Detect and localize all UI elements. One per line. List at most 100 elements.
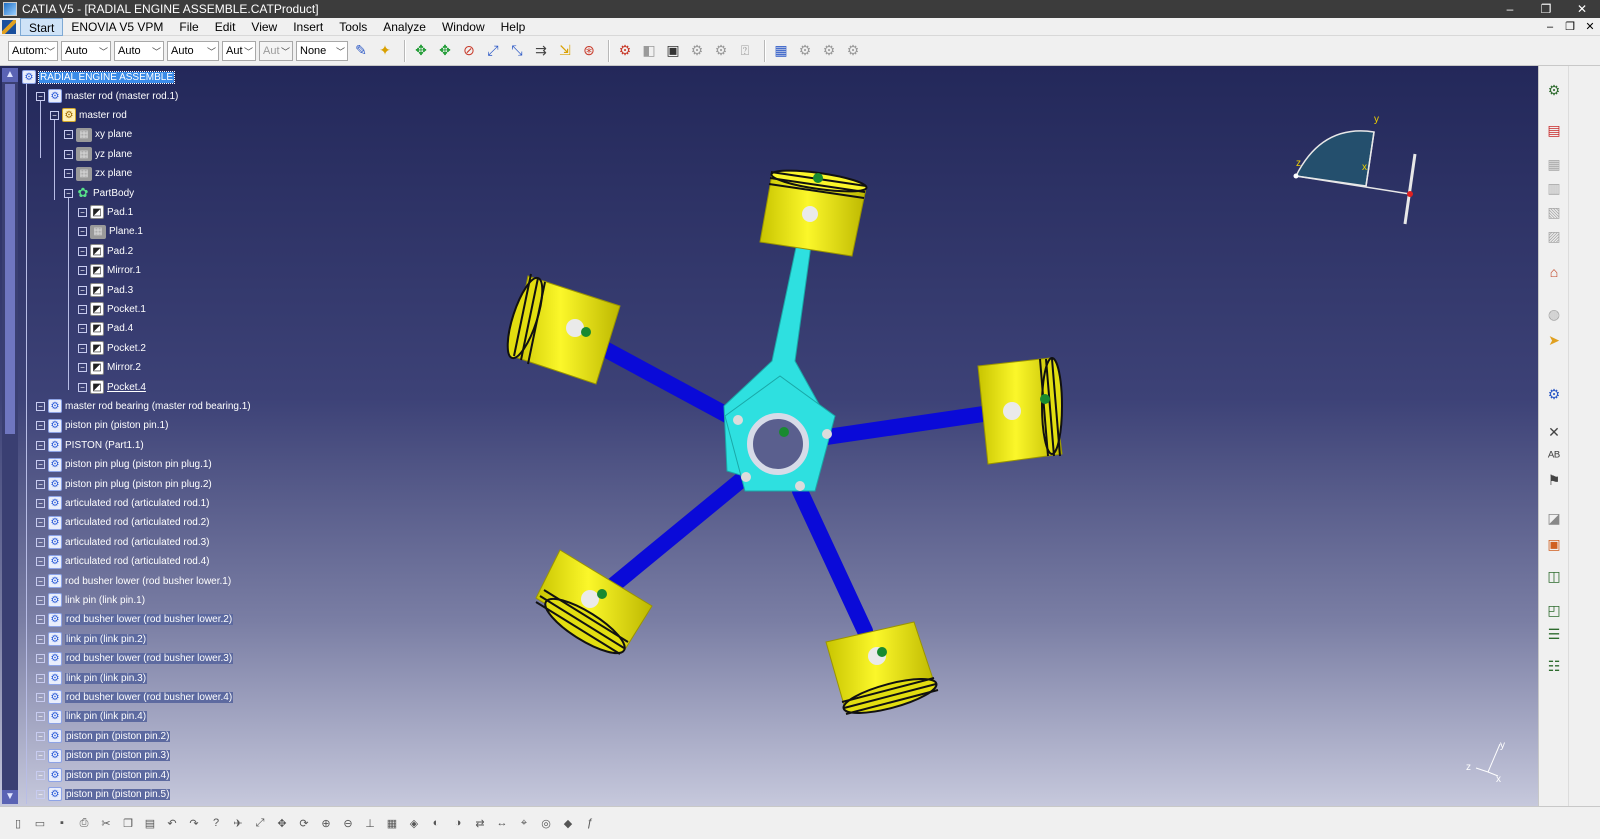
paste-icon[interactable]: ▤ [142,815,158,831]
compass[interactable]: z y x [1293,114,1417,225]
line-thickness-select[interactable]: Auto ﹀ [114,40,164,61]
gear-icon[interactable]: ⚙ [1543,384,1565,404]
angle-icon[interactable]: ⚙ [711,41,731,61]
maximize-button[interactable]: ❐ [1528,2,1564,16]
swap-visible-icon[interactable]: ⇄ [472,815,488,831]
view-icon[interactable]: ▥ [1543,178,1565,198]
cursor-icon[interactable]: ➤ [1543,330,1565,350]
save-management-icon[interactable]: ⚙ [795,41,815,61]
move-icon[interactable]: ✥ [411,41,431,61]
3d-viewport[interactable]: ▲ ▼ ⚙ RADIAL ENGINE ASSEMBLE − ⚙ master ro… [0,66,1568,806]
apply-material-icon[interactable]: ◆ [560,815,576,831]
open-icon[interactable]: ▭ [32,815,48,831]
analysis-icon[interactable]: ⚙ [843,41,863,61]
hide-icon[interactable]: ◍ [1543,304,1565,324]
articulated-rod-2[interactable] [812,405,998,446]
save-icon[interactable]: ▪ [54,815,70,831]
knowledge-icon[interactable]: ƒ [582,815,598,831]
list-icon[interactable]: ☰ [1543,624,1565,644]
paint-icon[interactable]: ✦ [375,41,395,61]
zoom-out-icon[interactable]: ⊖ [340,815,356,831]
clash-icon[interactable]: ⇉ [531,41,551,61]
coincidence-icon[interactable]: ▣ [663,41,683,61]
measure-icon[interactable]: ⚙ [819,41,839,61]
pdf-icon[interactable]: ▤ [1543,120,1565,140]
radial-engine-model[interactable]: z y x y z x [0,66,1568,806]
catalog-icon[interactable]: ⚙ [615,41,635,61]
fit-all-icon[interactable]: ⤢ [252,815,268,831]
articulated-rod-1[interactable] [582,333,748,430]
manipulate-icon[interactable]: ✥ [435,41,455,61]
shading-icon[interactable]: ◐ [428,815,444,831]
doc-close-button[interactable]: ✕ [1580,20,1600,33]
doc-restore-button[interactable]: ❐ [1560,20,1580,33]
pan-icon[interactable]: ✥ [274,815,290,831]
sectioning-icon[interactable]: ⊛ [579,41,599,61]
piston-right[interactable] [977,357,1063,465]
cut-icon[interactable]: ✂ [98,815,114,831]
annotation-icon[interactable]: ▦ [1543,154,1565,174]
fly-mode-icon[interactable]: ⚙ [1543,80,1565,100]
line-type-select[interactable]: Auto ﹀ [167,40,219,61]
layer-select[interactable]: None ﹀ [296,40,348,61]
constraint-icon[interactable]: ◧ [639,41,659,61]
doc-minimize-button[interactable]: – [1540,21,1560,33]
normal-view-icon[interactable]: ⊥ [362,815,378,831]
piston-bottom-right[interactable] [825,621,939,720]
transparency-select[interactable]: Auto ﹀ [61,40,111,61]
sheet-icon[interactable]: ▨ [1543,226,1565,246]
minimize-button[interactable]: – [1492,2,1528,16]
offset-icon[interactable]: ⚙ [687,41,707,61]
menu-file[interactable]: File [171,18,206,36]
inertia-icon[interactable]: ◎ [538,815,554,831]
multi-view-icon[interactable]: ▦ [384,815,400,831]
menu-view[interactable]: View [243,18,285,36]
iso-view-icon[interactable]: ◈ [406,815,422,831]
piston-top[interactable] [759,166,868,257]
stop-icon[interactable]: ⤡ [507,41,527,61]
copy-icon[interactable]: ❐ [120,815,136,831]
measure-item-icon[interactable]: ⌖ [516,815,532,831]
new-icon[interactable]: ▯ [10,815,26,831]
measure-icon[interactable]: ⌂ [1543,262,1565,282]
point-type-select[interactable]: Aut ﹀ [222,40,256,61]
undo-icon[interactable]: ↶ [164,815,180,831]
print-icon[interactable]: ⎙ [76,815,92,831]
snap-icon[interactable]: ✕ [1543,422,1565,442]
fly-icon[interactable]: ✈ [230,815,246,831]
menu-help[interactable]: Help [493,18,534,36]
whats-this-icon[interactable]: ? [208,815,224,831]
menu-window[interactable]: Window [434,18,493,36]
catia-menu-logo-icon[interactable] [2,19,16,34]
distance-icon[interactable]: ⇲ [555,41,575,61]
catalog-icon[interactable]: ▣ [1543,534,1565,554]
render-style-select[interactable]: Aut ﹀ [259,40,293,61]
hide-show-icon[interactable]: ◑ [450,815,466,831]
master-rod[interactable] [723,237,836,492]
cubes-icon[interactable]: ◰ [1543,600,1565,620]
menu-edit[interactable]: Edit [207,18,244,36]
list2-icon[interactable]: ☷ [1543,656,1565,676]
flag-icon[interactable]: ⚑ [1543,470,1565,490]
color-select[interactable]: Autom: ﹀ [8,40,58,61]
menu-insert[interactable]: Insert [285,18,331,36]
articulated-rod-3[interactable] [602,473,748,596]
menu-analyze[interactable]: Analyze [375,18,434,36]
text-icon[interactable]: ᴬᴮ [1543,446,1565,466]
snap-icon[interactable]: ⊘ [459,41,479,61]
measure-between-icon[interactable]: ↔ [494,815,510,831]
explode-icon[interactable]: ⤢ [483,41,503,61]
menu-start[interactable]: Start [20,17,64,36]
redo-icon[interactable]: ↷ [186,815,202,831]
cube-icon[interactable]: ◫ [1543,566,1565,586]
menu-enovia[interactable]: ENOVIA V5 VPM [63,18,171,36]
close-button[interactable]: ✕ [1564,2,1600,16]
fix-icon[interactable]: ⍰ [735,41,755,61]
section-icon[interactable]: ▧ [1543,202,1565,222]
articulated-rod-4[interactable] [792,483,873,639]
menu-tools[interactable]: Tools [331,18,375,36]
reuse-icon[interactable]: ▦ [771,41,791,61]
piston-left[interactable] [501,273,621,385]
box-icon[interactable]: ◪ [1543,508,1565,528]
brush-icon[interactable]: ✎ [351,41,371,61]
